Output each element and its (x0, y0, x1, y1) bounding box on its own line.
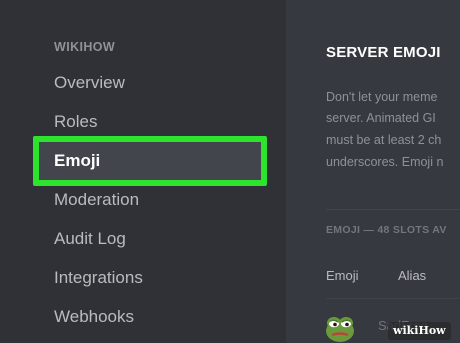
description-line-2: server. Animated GI (326, 111, 436, 125)
description-line-1: Don't let your meme (326, 90, 438, 104)
emoji-settings-panel: SERVER EMOJI Don't let your meme server.… (286, 0, 460, 343)
sidebar-item-overview[interactable]: Overview (54, 70, 125, 96)
description-line-3: must be at least 2 ch (326, 133, 442, 147)
sidebar-item-roles[interactable]: Roles (54, 109, 97, 135)
column-header-alias: Alias (398, 268, 427, 283)
sidebar-item-webhooks[interactable]: Webhooks (54, 304, 134, 330)
page-title: SERVER EMOJI (326, 44, 441, 61)
settings-sidebar: WIKIHOW Overview Roles Emoji Moderation … (0, 0, 286, 343)
description-line-4: underscores. Emoji n (326, 155, 444, 169)
sidebar-item-moderation[interactable]: Moderation (54, 187, 139, 213)
column-header-emoji: Emoji (326, 268, 359, 283)
table-header-divider (326, 298, 460, 299)
emoji-slots-label: EMOJI — 48 SLOTS AV (326, 224, 447, 236)
pepe-frog-icon (324, 311, 356, 343)
section-divider (326, 209, 460, 210)
sidebar-item-emoji-label: Emoji (54, 151, 101, 170)
sidebar-item-audit-log[interactable]: Audit Log (54, 226, 126, 252)
sidebar-item-integrations[interactable]: Integrations (54, 265, 143, 291)
sidebar-item-emoji[interactable]: Emoji (33, 136, 267, 186)
server-name-header: WIKIHOW (54, 40, 116, 54)
wikihow-watermark: wikiHow (388, 322, 451, 340)
